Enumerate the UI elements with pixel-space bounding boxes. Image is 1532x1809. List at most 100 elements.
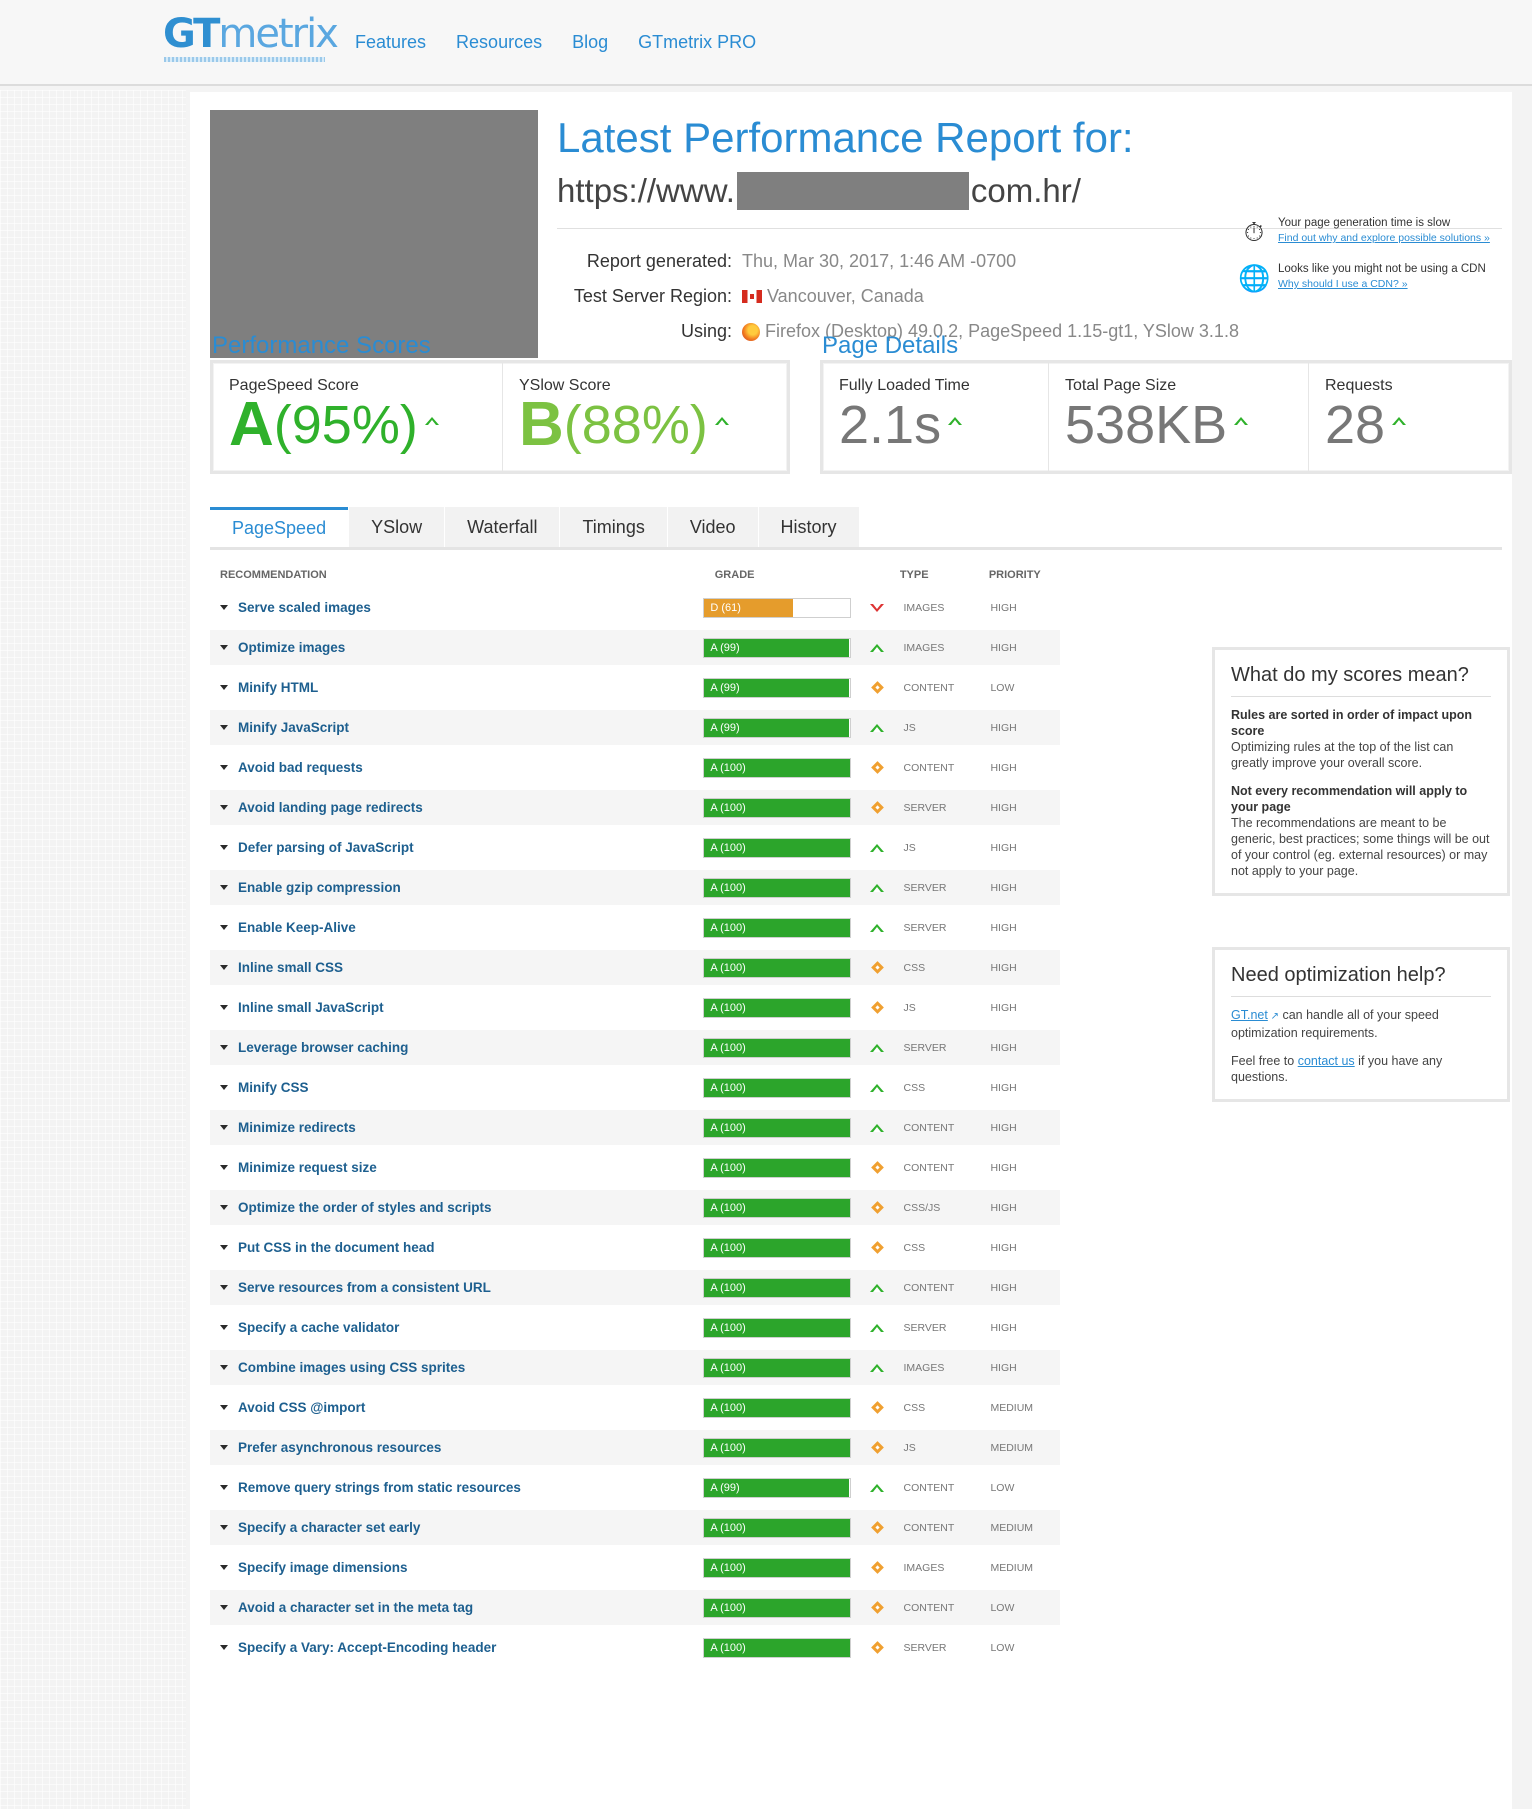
notice-slow-link[interactable]: Find out why and explore possible soluti… <box>1278 232 1490 244</box>
tab-pagespeed[interactable]: PageSpeed <box>210 507 349 547</box>
recommendation-name-cell[interactable]: Minify HTML <box>210 680 703 695</box>
recommendation-name-cell[interactable]: Minimize redirects <box>210 1120 703 1135</box>
expand-arrow-icon[interactable] <box>220 1445 228 1450</box>
recommendation-name-cell[interactable]: Avoid a character set in the meta tag <box>210 1600 703 1615</box>
expand-arrow-icon[interactable] <box>220 845 228 850</box>
table-row[interactable]: Leverage browser caching A (100) SERVER HIG… <box>210 1030 1060 1070</box>
expand-arrow-icon[interactable] <box>220 1005 228 1010</box>
recommendation-name-cell[interactable]: Serve resources from a consistent URL <box>210 1280 703 1295</box>
recommendation-name-cell[interactable]: Avoid CSS @import <box>210 1400 703 1415</box>
table-row[interactable]: Put CSS in the document head A (100) CSS HI… <box>210 1230 1060 1270</box>
expand-arrow-icon[interactable] <box>220 1365 228 1370</box>
table-row[interactable]: Minimize redirects A (100) CONTENT HIGH <box>210 1110 1060 1150</box>
expand-arrow-icon[interactable] <box>220 1645 228 1650</box>
tab-timings[interactable]: Timings <box>560 507 667 547</box>
recommendation-name-cell[interactable]: Minify JavaScript <box>210 720 703 735</box>
table-row[interactable]: Minify JavaScript A (99) JS HIGH <box>210 710 1060 750</box>
recommendation-name-cell[interactable]: Optimize images <box>210 640 703 655</box>
expand-arrow-icon[interactable] <box>220 605 228 610</box>
contact-us-link[interactable]: contact us <box>1298 1054 1355 1068</box>
expand-arrow-icon[interactable] <box>220 1525 228 1530</box>
expand-arrow-icon[interactable] <box>220 925 228 930</box>
expand-arrow-icon[interactable] <box>220 1045 228 1050</box>
expand-arrow-icon[interactable] <box>220 1285 228 1290</box>
recommendation-name-cell[interactable]: Minify CSS <box>210 1080 703 1095</box>
table-row[interactable]: Enable gzip compression A (100) SERVER HIGH <box>210 870 1060 910</box>
table-row[interactable]: Optimize images A (99) IMAGES HIGH <box>210 630 1060 670</box>
table-row[interactable]: Minify CSS A (100) CSS HIGH <box>210 1070 1060 1110</box>
table-row[interactable]: Serve scaled images D (61) IMAGES HIGH <box>210 590 1060 630</box>
expand-arrow-icon[interactable] <box>220 765 228 770</box>
expand-arrow-icon[interactable] <box>220 1605 228 1610</box>
recommendation-name-cell[interactable]: Inline small JavaScript <box>210 1000 703 1015</box>
table-row[interactable]: Avoid bad requests A (100) CONTENT HIGH <box>210 750 1060 790</box>
expand-arrow-icon[interactable] <box>220 1565 228 1570</box>
recommendation-name-cell[interactable]: Leverage browser caching <box>210 1040 703 1055</box>
table-row[interactable]: Avoid CSS @import A (100) CSS MEDIUM <box>210 1390 1060 1430</box>
nav-blog[interactable]: Blog <box>572 32 608 53</box>
recommendation-name-cell[interactable]: Avoid landing page redirects <box>210 800 703 815</box>
grade-text: A (99) <box>710 681 740 694</box>
recommendation-name-cell[interactable]: Enable gzip compression <box>210 880 703 895</box>
expand-arrow-icon[interactable] <box>220 805 228 810</box>
recommendation-name-cell[interactable]: Prefer asynchronous resources <box>210 1440 703 1455</box>
recommendation-name-cell[interactable]: Specify a Vary: Accept-Encoding header <box>210 1640 703 1655</box>
tab-waterfall[interactable]: Waterfall <box>445 507 560 547</box>
grade-cell: A (100) <box>703 1037 852 1058</box>
table-row[interactable]: Specify a cache validator A (100) SERVER HI… <box>210 1310 1060 1350</box>
table-row[interactable]: Minify HTML A (99) CONTENT LOW <box>210 670 1060 710</box>
expand-arrow-icon[interactable] <box>220 685 228 690</box>
recommendation-name-cell[interactable]: Optimize the order of styles and scripts <box>210 1200 703 1215</box>
grade-text: A (100) <box>710 1121 746 1134</box>
recommendation-name-cell[interactable]: Remove query strings from static resourc… <box>210 1480 703 1495</box>
table-row[interactable]: Enable Keep-Alive A (100) SERVER HIGH <box>210 910 1060 950</box>
table-row[interactable]: Inline small JavaScript A (100) JS HIGH <box>210 990 1060 1030</box>
expand-arrow-icon[interactable] <box>220 645 228 650</box>
recommendation-name-cell[interactable]: Put CSS in the document head <box>210 1240 703 1255</box>
recommendation-name-cell[interactable]: Avoid bad requests <box>210 760 703 775</box>
expand-arrow-icon[interactable] <box>220 1325 228 1330</box>
nav-resources[interactable]: Resources <box>456 32 542 53</box>
gtmetrix-logo[interactable]: GTmetrix <box>163 14 339 54</box>
expand-arrow-icon[interactable] <box>220 1125 228 1130</box>
recommendation-name-cell[interactable]: Combine images using CSS sprites <box>210 1360 703 1375</box>
recommendation-name-cell[interactable]: Specify a cache validator <box>210 1320 703 1335</box>
recommendation-name-cell[interactable]: Inline small CSS <box>210 960 703 975</box>
table-row[interactable]: Combine images using CSS sprites A (100) I… <box>210 1350 1060 1390</box>
expand-arrow-icon[interactable] <box>220 725 228 730</box>
recommendation-name-cell[interactable]: Serve scaled images <box>210 600 703 615</box>
expand-arrow-icon[interactable] <box>220 1085 228 1090</box>
expand-arrow-icon[interactable] <box>220 965 228 970</box>
table-row[interactable]: Specify a character set early A (100) CONT… <box>210 1510 1060 1550</box>
trend-unchanged-icon <box>871 1441 884 1454</box>
tab-video[interactable]: Video <box>667 507 758 547</box>
table-row[interactable]: Optimize the order of styles and scripts… <box>210 1190 1060 1230</box>
recommendation-name-cell[interactable]: Specify image dimensions <box>210 1560 703 1575</box>
recommendation-name-cell[interactable]: Defer parsing of JavaScript <box>210 840 703 855</box>
expand-arrow-icon[interactable] <box>220 1205 228 1210</box>
table-row[interactable]: Serve resources from a consistent URL A (… <box>210 1270 1060 1310</box>
expand-arrow-icon[interactable] <box>220 1245 228 1250</box>
recommendation-name-cell[interactable]: Enable Keep-Alive <box>210 920 703 935</box>
gtnet-link[interactable]: GT.net <box>1231 1008 1268 1022</box>
recommendation-name-cell[interactable]: Minimize request size <box>210 1160 703 1175</box>
table-row[interactable]: Inline small CSS A (100) CSS HIGH <box>210 950 1060 990</box>
table-row[interactable]: Remove query strings from static resourc… <box>210 1470 1060 1510</box>
tab-yslow[interactable]: YSlow <box>349 507 445 547</box>
table-row[interactable]: Specify a Vary: Accept-Encoding header A … <box>210 1630 1060 1670</box>
table-row[interactable]: Avoid a character set in the meta tag A (… <box>210 1590 1060 1630</box>
table-row[interactable]: Minimize request size A (100) CONTENT HIGH <box>210 1150 1060 1190</box>
nav-features[interactable]: Features <box>355 32 426 53</box>
table-row[interactable]: Prefer asynchronous resources A (100) JS ME… <box>210 1430 1060 1470</box>
recommendation-name-cell[interactable]: Specify a character set early <box>210 1520 703 1535</box>
expand-arrow-icon[interactable] <box>220 1485 228 1490</box>
notice-cdn-link[interactable]: Why should I use a CDN? » <box>1278 278 1408 290</box>
expand-arrow-icon[interactable] <box>220 1165 228 1170</box>
table-row[interactable]: Avoid landing page redirects A (100) SERVE… <box>210 790 1060 830</box>
nav-gtmetrix-pro[interactable]: GTmetrix PRO <box>638 32 756 53</box>
table-row[interactable]: Specify image dimensions A (100) IMAGES MED… <box>210 1550 1060 1590</box>
tab-history[interactable]: History <box>758 507 859 547</box>
expand-arrow-icon[interactable] <box>220 1405 228 1410</box>
expand-arrow-icon[interactable] <box>220 885 228 890</box>
table-row[interactable]: Defer parsing of JavaScript A (100) JS HIGH <box>210 830 1060 870</box>
